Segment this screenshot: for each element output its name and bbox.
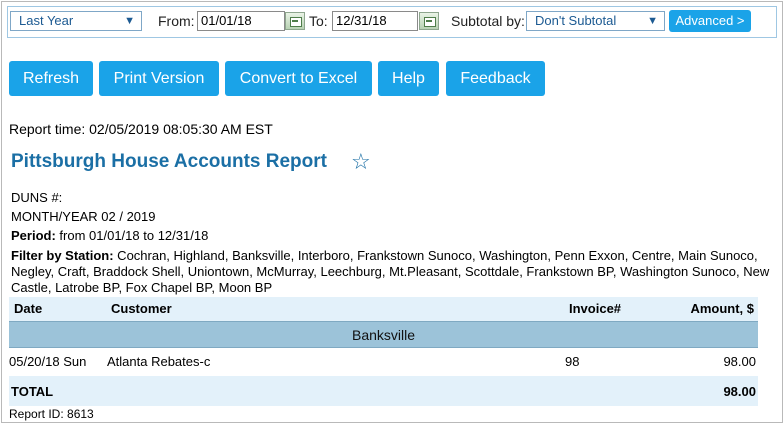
filter-station-line: Filter by Station: Cochran, Highland, Ba… — [11, 248, 771, 296]
period-value: from 01/01/18 to 12/31/18 — [55, 228, 209, 243]
column-header-date: Date — [14, 301, 43, 316]
chevron-down-icon: ▼ — [124, 15, 135, 27]
print-version-button[interactable]: Print Version — [99, 61, 219, 96]
advanced-button[interactable]: Advanced > — [669, 10, 751, 32]
group-header: Banksville — [9, 321, 758, 348]
filter-bar: Last Year ▼ From: 01/01/18 To: 12/31/18 … — [7, 6, 777, 38]
month-year-line: MONTH/YEAR 02 / 2019 — [11, 209, 156, 224]
help-button[interactable]: Help — [378, 61, 439, 96]
total-row: TOTAL 98.00 — [9, 376, 758, 406]
from-date-input[interactable]: 01/01/18 — [197, 11, 285, 31]
page-title: Pittsburgh House Accounts Report — [11, 151, 327, 172]
filter-value: Cochran, Highland, Banksville, Interboro… — [11, 248, 770, 295]
column-header-amount: Amount, $ — [690, 301, 754, 316]
convert-to-excel-button[interactable]: Convert to Excel — [225, 61, 372, 96]
calendar-icon[interactable] — [285, 12, 305, 30]
report-id: Report ID: 8613 — [9, 407, 94, 421]
feedback-button[interactable]: Feedback — [446, 61, 545, 96]
row-date: 05/20/18 Sun — [9, 354, 87, 369]
duns-line: DUNS #: — [11, 190, 63, 205]
table-header: Date Customer Invoice# Amount, $ — [9, 297, 758, 321]
period-select-value: Last Year — [19, 13, 74, 28]
period-line: Period: from 01/01/18 to 12/31/18 — [11, 228, 208, 243]
subtotal-select[interactable]: Don't Subtotal ▼ — [526, 11, 665, 31]
refresh-button[interactable]: Refresh — [9, 61, 93, 96]
to-date-input[interactable]: 12/31/18 — [332, 11, 418, 31]
chevron-down-icon: ▼ — [647, 15, 658, 27]
filter-label: Filter by Station: — [11, 248, 114, 263]
table-row: 05/20/18 Sun Atlanta Rebates-c 98 98.00 — [9, 348, 758, 376]
row-customer: Atlanta Rebates-c — [107, 354, 211, 369]
total-amount: 98.00 — [723, 384, 756, 399]
subtotal-label: Subtotal by: — [451, 13, 525, 29]
from-label: From: — [158, 13, 195, 29]
column-header-invoice: Invoice# — [569, 301, 622, 316]
total-label: TOTAL — [11, 384, 54, 399]
row-amount: 98.00 — [723, 354, 756, 369]
star-icon[interactable]: ☆ — [351, 150, 371, 174]
to-label: To: — [309, 13, 328, 29]
column-header-customer: Customer — [111, 301, 172, 316]
period-label: Period: — [11, 228, 56, 243]
period-select[interactable]: Last Year ▼ — [10, 11, 142, 31]
row-invoice: 98 — [565, 354, 580, 369]
subtotal-select-value: Don't Subtotal — [535, 13, 617, 28]
report-time: Report time: 02/05/2019 08:05:30 AM EST — [9, 121, 273, 137]
calendar-icon[interactable] — [419, 12, 439, 30]
